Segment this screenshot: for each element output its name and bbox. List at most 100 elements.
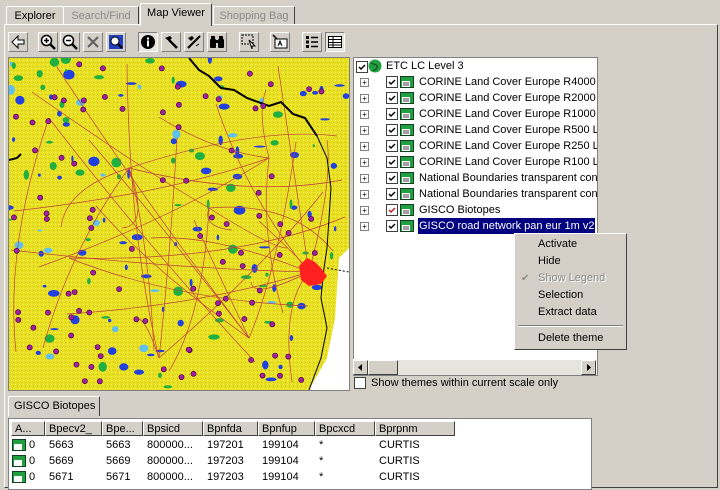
table-row[interactable]: 0 5671 5671 800000... 197203 199104 * CURTIS — [9, 469, 589, 485]
table-view-icon[interactable] — [325, 32, 345, 52]
tab-gisco-biotopes[interactable]: GISCO Biotopes — [8, 396, 100, 416]
menu-item-selection[interactable]: Selection — [515, 287, 626, 304]
layer-icon — [400, 156, 414, 168]
theme-label[interactable]: CORINE Land Cover Europe R500 L — [418, 122, 597, 138]
expand-icon[interactable]: + — [360, 94, 369, 103]
expand-icon[interactable]: + — [360, 174, 369, 183]
theme-label[interactable]: CORINE Land Cover Europe R250 L — [418, 138, 597, 154]
table-cell: 197203 — [207, 455, 244, 467]
theme-checkbox[interactable] — [386, 108, 398, 120]
zoom-extent-icon[interactable] — [106, 32, 126, 52]
map-rendering — [9, 58, 349, 390]
layer-icon — [400, 76, 414, 88]
layer-icon — [400, 124, 414, 136]
expand-icon[interactable]: + — [360, 206, 369, 215]
hammer-icon[interactable] — [161, 32, 181, 52]
back-arrow-icon[interactable] — [8, 32, 28, 52]
menu-item-hide[interactable]: Hide — [515, 253, 626, 270]
column-header[interactable]: Bpnfda — [203, 421, 258, 436]
column-header[interactable]: Bpsicd — [143, 421, 203, 436]
theme-checkbox[interactable] — [386, 76, 398, 88]
select-icon[interactable] — [239, 32, 259, 52]
table-cell: CURTIS — [379, 471, 420, 483]
zoom-out-icon[interactable] — [60, 32, 80, 52]
layer-icon — [400, 188, 414, 200]
expand-icon[interactable]: + — [360, 110, 369, 119]
root-checkbox[interactable] — [356, 61, 368, 73]
table-row[interactable]: 0 5669 5669 800000... 197203 199104 * CURTIS — [9, 453, 589, 469]
theme-label[interactable]: National Boundaries transparent con — [418, 170, 597, 186]
column-header[interactable]: Bpecv2_ — [45, 421, 102, 436]
theme-label[interactable]: GISCO Biotopes — [418, 202, 501, 218]
table-cell: CURTIS — [379, 439, 420, 451]
map-canvas[interactable] — [8, 57, 350, 391]
table-cell: 199104 — [262, 471, 299, 483]
layer-icon — [400, 220, 414, 232]
scroll-right-button[interactable] — [581, 360, 596, 375]
tab-shopping-bag[interactable]: Shopping Bag — [213, 6, 295, 25]
scale-filter-checkbox[interactable] — [354, 377, 366, 389]
tab-explorer[interactable]: Explorer — [6, 6, 64, 25]
theme-label[interactable]: CORINE Land Cover Europe R2000 — [418, 90, 597, 106]
table-cell: 5671 — [49, 471, 74, 483]
zoom-in-icon[interactable] — [38, 32, 58, 52]
column-header[interactable]: Bpcxcd — [315, 421, 375, 436]
layer-icon — [400, 172, 414, 184]
measure-icon[interactable] — [184, 32, 204, 52]
column-header[interactable]: Bpe... — [102, 421, 143, 436]
table-cell: 5663 — [49, 439, 74, 451]
table-cell: * — [319, 471, 324, 483]
theme-label[interactable]: National Boundaries transparent con — [418, 186, 597, 202]
theme-checkbox[interactable] — [386, 92, 398, 104]
expand-icon[interactable]: + — [360, 222, 369, 231]
menu-item-activate[interactable]: Activate — [515, 236, 626, 253]
column-header[interactable]: A... — [11, 421, 45, 436]
table-cell: 199104 — [262, 455, 299, 467]
tab-search-find[interactable]: Search/Find — [63, 6, 139, 25]
identify-icon[interactable] — [138, 32, 158, 52]
table-cell: 800000... — [147, 471, 193, 483]
expand-icon[interactable]: + — [360, 78, 369, 87]
theme-label[interactable]: CORINE Land Cover Europe R4000 — [418, 74, 597, 90]
column-header[interactable]: Bprpnm — [375, 421, 455, 436]
record-icon — [12, 470, 26, 487]
theme-checkbox[interactable] — [386, 172, 398, 184]
expand-icon[interactable]: + — [360, 158, 369, 167]
theme-checkbox[interactable] — [386, 156, 398, 168]
table-cell: 5671 — [106, 471, 131, 483]
column-header[interactable]: Bpnfup — [258, 421, 315, 436]
layer-icon — [400, 108, 414, 120]
legend-view-icon[interactable] — [302, 32, 322, 52]
expand-icon[interactable]: + — [360, 126, 369, 135]
theme-checkbox[interactable] — [386, 204, 398, 216]
theme-label[interactable]: CORINE Land Cover Europe R100 L — [418, 154, 597, 170]
expand-icon[interactable]: + — [360, 142, 369, 151]
theme-checkbox[interactable] — [386, 124, 398, 136]
theme-checkbox[interactable] — [386, 188, 398, 200]
theme-label[interactable]: GISCO road network pan eur 1m v2 — [416, 217, 597, 235]
menu-item-extract-data[interactable]: Extract data — [515, 304, 626, 321]
table-cell: * — [319, 439, 324, 451]
table-row[interactable]: 0 5663 5663 800000... 197201 199104 * CURTIS — [9, 437, 589, 453]
theme-label[interactable]: CORINE Land Cover Europe R1000 — [418, 106, 597, 122]
scroll-thumb[interactable] — [368, 360, 398, 375]
scroll-left-button[interactable] — [353, 360, 368, 375]
label-icon[interactable] — [270, 32, 290, 52]
expand-icon[interactable]: + — [360, 190, 369, 199]
clear-icon[interactable] — [83, 32, 103, 52]
theme-checkbox[interactable] — [386, 220, 398, 232]
layer-icon — [400, 204, 414, 216]
table-cell: 800000... — [147, 455, 193, 467]
table-cell: 197203 — [207, 471, 244, 483]
attribute-table[interactable]: A... Bpecv2_ Bpe... Bpsicd Bpnfda Bpnfup Bpcxc… — [8, 418, 592, 490]
legend-horizontal-scrollbar[interactable] — [353, 359, 596, 375]
table-cell: 5669 — [106, 455, 131, 467]
scale-filter-label: Show themes within current scale only — [371, 377, 559, 389]
binoculars-icon[interactable] — [207, 32, 227, 52]
theme-checkbox[interactable] — [386, 140, 398, 152]
table-cell: 199104 — [262, 439, 299, 451]
menu-item-show-legend[interactable]: Show Legend — [515, 270, 626, 287]
menu-item-delete-theme[interactable]: Delete theme — [515, 330, 626, 347]
table-cell: * — [319, 455, 324, 467]
tab-map-viewer[interactable]: Map Viewer — [140, 3, 212, 26]
